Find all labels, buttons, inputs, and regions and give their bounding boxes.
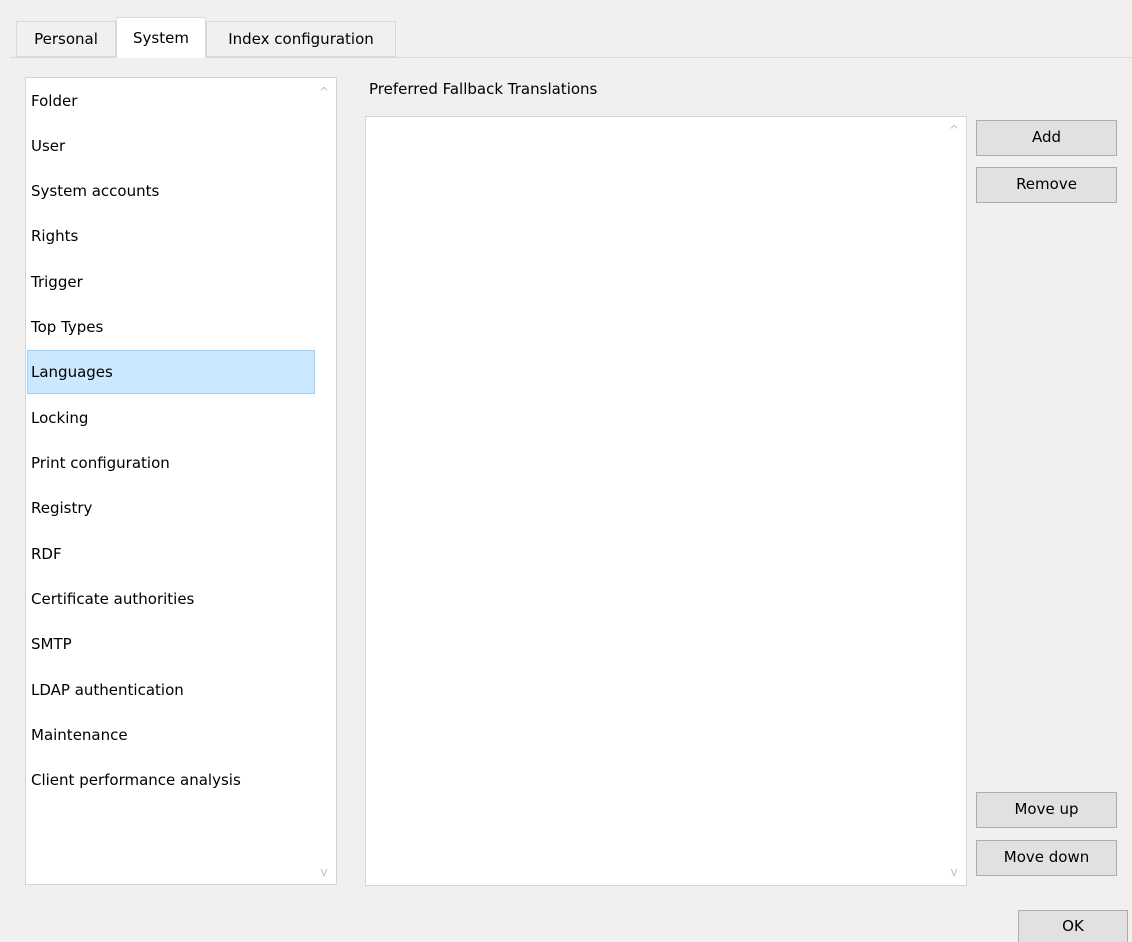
list-item[interactable]: Maintenance (27, 713, 315, 757)
move-down-button[interactable]: Move down (976, 840, 1117, 876)
tab-personal[interactable]: Personal (16, 21, 116, 57)
list-item[interactable]: User (27, 124, 315, 168)
fallback-translations-list[interactable] (365, 116, 967, 886)
move-up-button[interactable]: Move up (976, 792, 1117, 828)
list-item[interactable]: Registry (27, 486, 315, 530)
scroll-up-arrow-icon[interactable]: ^ (944, 122, 964, 138)
list-item[interactable]: Top Types (27, 305, 315, 349)
list-item[interactable]: Certificate authorities (27, 577, 315, 621)
tab-index-configuration[interactable]: Index configuration (206, 21, 396, 57)
options-dialog: Personal System Index configuration Fold… (0, 0, 1132, 942)
list-item[interactable]: System accounts (27, 169, 315, 213)
fallback-translations-title: Preferred Fallback Translations (369, 80, 598, 98)
ok-button[interactable]: OK (1018, 910, 1128, 942)
category-list[interactable]: Folder User System accounts Rights Trigg… (25, 77, 337, 885)
list-item[interactable]: Locking (27, 396, 315, 440)
list-item[interactable]: SMTP (27, 622, 315, 666)
list-item[interactable]: Folder (27, 79, 315, 123)
list-item[interactable]: Client performance analysis (27, 758, 315, 802)
list-item[interactable]: LDAP authentication (27, 668, 315, 712)
list-item[interactable]: Trigger (27, 260, 315, 304)
list-item[interactable]: Print configuration (27, 441, 315, 485)
add-button[interactable]: Add (976, 120, 1117, 156)
tab-system[interactable]: System (116, 17, 206, 58)
scroll-down-arrow-icon[interactable]: v (314, 864, 334, 880)
tab-strip: Personal System Index configuration (0, 0, 1132, 58)
scroll-down-arrow-icon[interactable]: v (944, 864, 964, 880)
remove-button[interactable]: Remove (976, 167, 1117, 203)
scroll-up-arrow-icon[interactable]: ^ (314, 84, 334, 100)
list-item[interactable]: RDF (27, 532, 315, 576)
list-item[interactable]: Rights (27, 214, 315, 258)
list-item-selected[interactable]: Languages (27, 350, 315, 394)
